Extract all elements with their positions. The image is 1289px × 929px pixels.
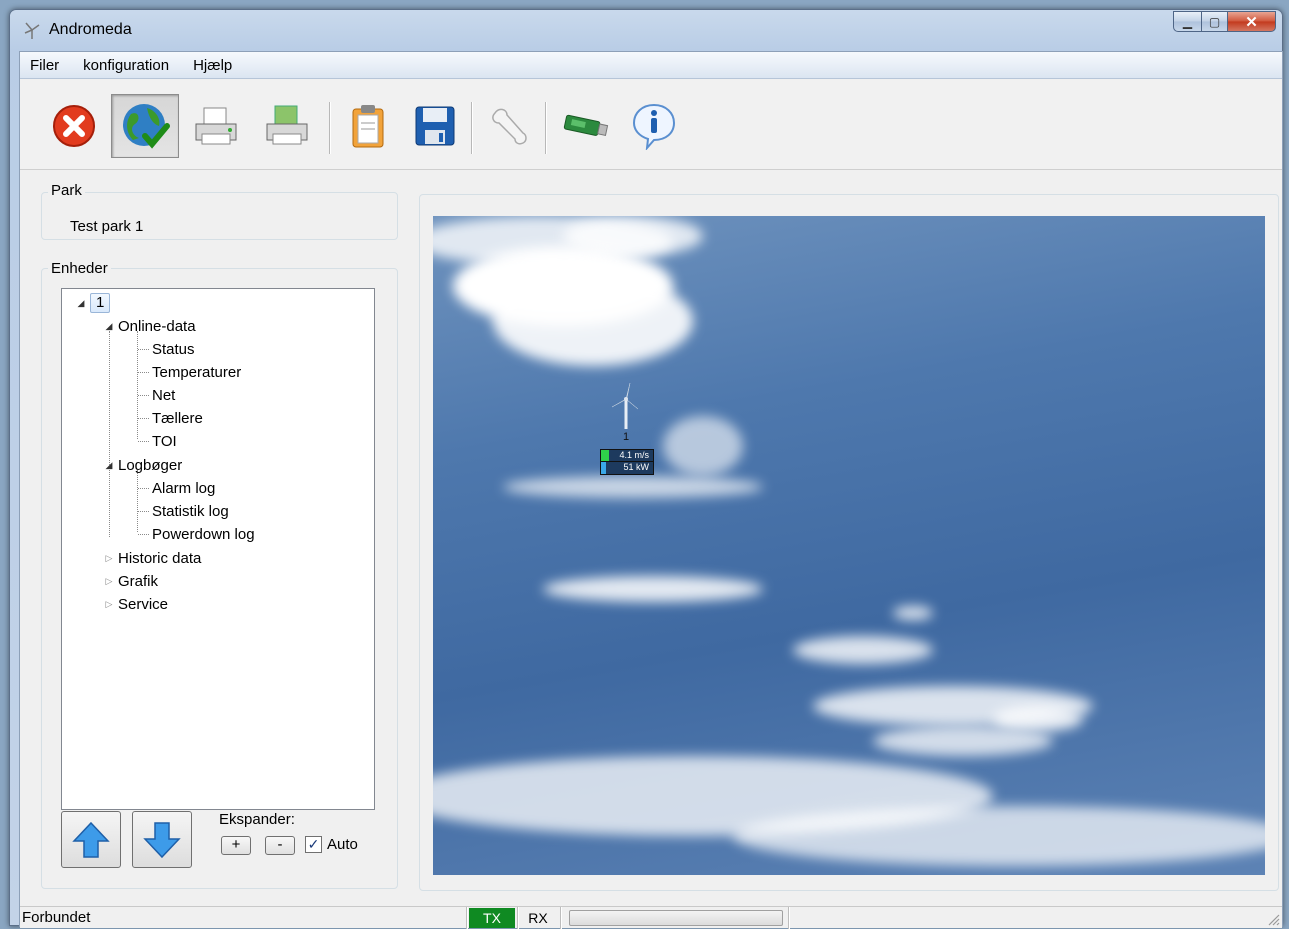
resize-grip-icon[interactable] <box>1268 914 1280 926</box>
tree-item-label: Online-data <box>118 317 196 335</box>
disconnect-button[interactable] <box>40 94 108 158</box>
tree-item-online-data[interactable]: ◢ Online-data <box>104 315 196 337</box>
move-down-button[interactable] <box>132 811 192 868</box>
tree-item-historic-data[interactable]: ▷ Historic data <box>104 547 202 569</box>
close-window-button[interactable]: ✕ <box>1228 11 1276 32</box>
park-map[interactable]: 1 4.1 m/s 51 kW <box>433 216 1265 875</box>
tree-item-powerdown-log[interactable]: Powerdown log <box>152 523 255 545</box>
arrow-down-icon <box>143 821 181 858</box>
settings-button[interactable] <box>476 94 544 158</box>
tree-item-label: Historic data <box>118 549 202 567</box>
menu-filer[interactable]: Filer <box>28 55 61 76</box>
info-icon <box>632 103 676 150</box>
menu-konfiguration[interactable]: konfiguration <box>81 55 171 76</box>
collapse-all-button[interactable]: - <box>265 836 295 855</box>
auto-checkbox[interactable]: ✓ <box>305 836 322 853</box>
window-title: Andromeda <box>49 21 132 38</box>
tree-item-service[interactable]: ▷ Service <box>104 593 169 615</box>
clipboard-icon <box>352 105 384 148</box>
save-button[interactable] <box>401 94 469 158</box>
tree-item-label: Alarm log <box>152 479 216 497</box>
turbine-id-label: 1 <box>623 431 630 443</box>
park-name: Test park 1 <box>70 218 144 235</box>
rx-indicator: RX <box>528 910 548 926</box>
tree-item-grafik[interactable]: ▷ Grafik <box>104 570 158 592</box>
tree-item-temperaturer[interactable]: Temperaturer <box>152 361 241 383</box>
tree-item-net[interactable]: Net <box>152 384 175 406</box>
collapsed-arrow-icon: ▷ <box>105 552 113 563</box>
tree-item-statistik-log[interactable]: Statistik log <box>152 500 229 522</box>
units-tree[interactable]: ◢ 1 ◢ Online-data Status Temperaturer Ne… <box>61 288 375 810</box>
wind-turbine-icon[interactable] <box>608 381 644 431</box>
tree-item-label: Powerdown log <box>152 525 255 543</box>
title-bar[interactable]: Andromeda ▁ ▢ ✕ <box>10 10 1282 52</box>
power-bar <box>601 462 607 474</box>
move-up-button[interactable] <box>61 811 121 868</box>
wind-speed-bar <box>601 450 609 461</box>
tree-item-toi[interactable]: TOI <box>152 430 177 452</box>
minimize-icon: ▁ <box>1182 14 1193 29</box>
connect-globe-icon <box>123 104 170 149</box>
power-readout: 51 kW <box>600 462 654 475</box>
auto-label: Auto <box>327 836 358 853</box>
tree-item-label: Temperaturer <box>152 363 242 381</box>
wrench-icon <box>492 108 527 145</box>
maximize-button[interactable]: ▢ <box>1201 11 1228 32</box>
print-button[interactable] <box>182 94 250 158</box>
menu-bar: Filer konfiguration Hjælp <box>20 52 1282 79</box>
printer-icon <box>195 107 237 145</box>
expanded-arrow-icon: ◢ <box>105 459 113 470</box>
checkmark-icon: ✓ <box>307 836 320 852</box>
app-logo-icon <box>24 22 40 39</box>
app-window: Andromeda ▁ ▢ ✕ Filer konfiguration Hjæl… <box>9 9 1283 929</box>
close-icon: ✕ <box>1245 13 1258 31</box>
collapsed-arrow-icon: ▷ <box>105 598 113 609</box>
collapsed-arrow-icon: ▷ <box>105 575 113 586</box>
unit-node[interactable]: 1 <box>90 293 111 313</box>
wind-speed-readout: 4.1 m/s <box>600 449 654 462</box>
minimize-button[interactable]: ▁ <box>1173 11 1201 32</box>
tree-item-alarm-log[interactable]: Alarm log <box>152 477 215 499</box>
tree-item-label: Statistik log <box>152 502 229 520</box>
tx-indicator: TX <box>469 908 515 928</box>
tree-item-status[interactable]: Status <box>152 338 195 360</box>
expand-label: Ekspander: <box>219 811 295 828</box>
status-bar: Forbundet TX RX <box>20 906 1282 929</box>
expanded-arrow-icon: ◢ <box>105 320 113 331</box>
connect-button[interactable] <box>111 94 179 158</box>
client-area: Filer konfiguration Hjælp Park Test park… <box>19 51 1283 929</box>
tree-item-label: TOI <box>152 432 177 450</box>
tree-item-label: Net <box>152 386 176 404</box>
info-button[interactable] <box>620 94 688 158</box>
tree-root[interactable]: ◢ 1 <box>76 292 111 314</box>
park-group-title: Park <box>48 182 85 199</box>
tree-item-taellere[interactable]: Tællere <box>152 407 203 429</box>
expanded-arrow-icon: ◢ <box>77 297 85 308</box>
power-value: 51 kW <box>623 462 649 472</box>
menu-hjaelp[interactable]: Hjælp <box>191 55 234 76</box>
connection-status: Forbundet <box>22 909 91 926</box>
usb-button[interactable] <box>551 94 619 158</box>
maximize-icon: ▢ <box>1208 14 1221 29</box>
tree-item-label: Grafik <box>118 572 159 590</box>
units-group-title: Enheder <box>48 260 111 277</box>
print-preview-icon <box>266 105 308 145</box>
wind-speed-value: 4.1 m/s <box>619 450 649 460</box>
arrow-up-icon <box>72 821 110 858</box>
expand-all-button[interactable]: + <box>221 836 251 855</box>
tree-item-logboeger[interactable]: ◢ Logbøger <box>104 454 183 476</box>
clipboard-button[interactable] <box>334 94 402 158</box>
usb-stick-icon <box>563 114 609 137</box>
turbine-readout[interactable]: 4.1 m/s 51 kW <box>600 449 654 475</box>
tree-item-label: Service <box>118 595 169 613</box>
tree-item-label: Status <box>152 340 195 358</box>
progress-bar <box>569 910 783 926</box>
toolbar <box>20 80 1282 170</box>
tree-item-label: Logbøger <box>118 456 183 474</box>
close-connection-icon <box>53 105 95 147</box>
save-icon <box>415 106 455 146</box>
tree-item-label: Tællere <box>152 409 203 427</box>
print-preview-button[interactable] <box>253 94 321 158</box>
